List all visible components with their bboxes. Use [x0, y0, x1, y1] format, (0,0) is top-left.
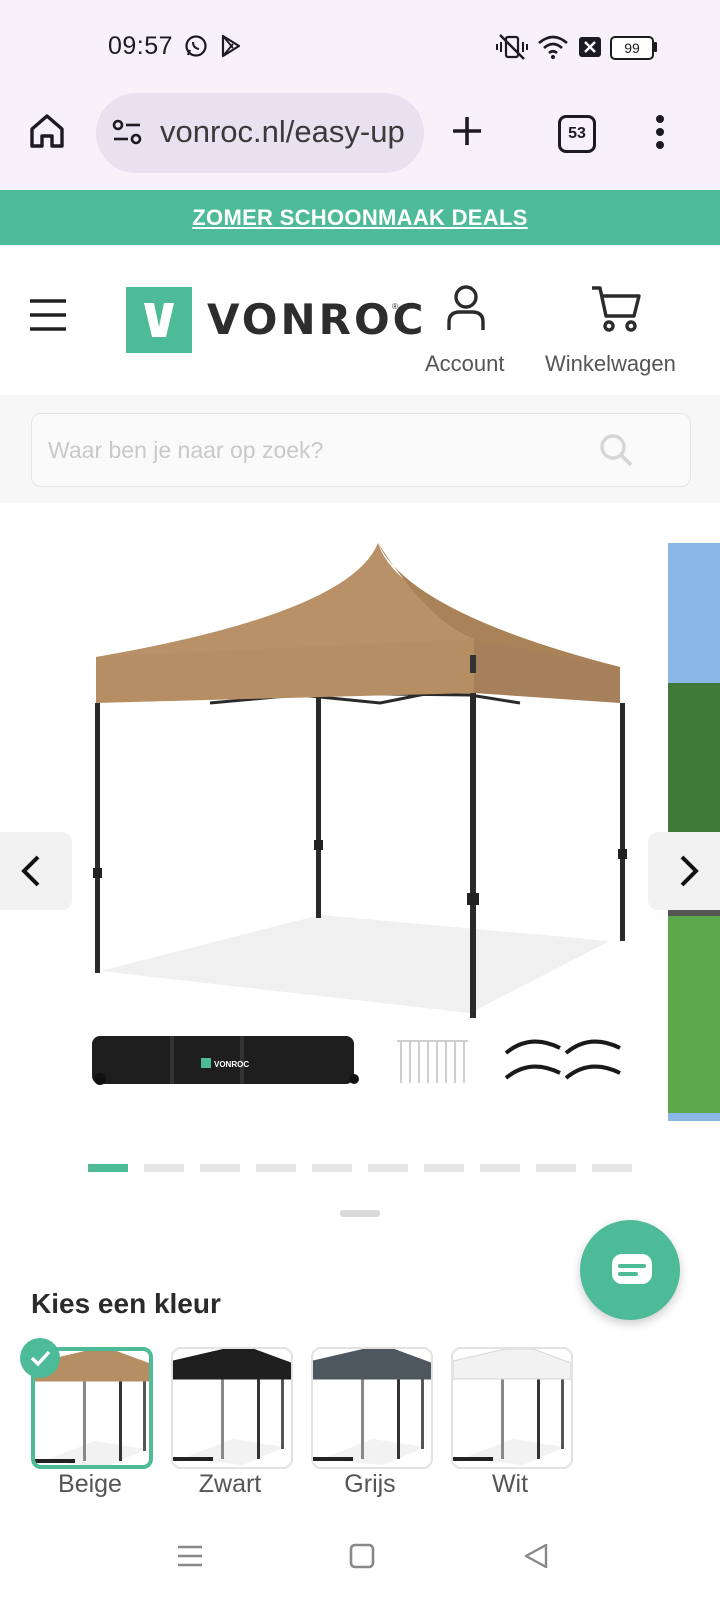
- tent-leg: [316, 693, 321, 918]
- chevron-right-icon: [680, 855, 699, 887]
- leg-clip: [314, 840, 323, 850]
- swatch-tent-image: [173, 1349, 291, 1465]
- cart-label[interactable]: Winkelwagen: [545, 351, 676, 377]
- color-swatch-wit[interactable]: [451, 1347, 573, 1469]
- menu-dots-icon[interactable]: [654, 114, 666, 150]
- gallery-next-button[interactable]: [648, 832, 720, 910]
- gallery-dot[interactable]: [200, 1164, 240, 1172]
- gallery-dot[interactable]: [312, 1164, 352, 1172]
- color-picker-title: Kies een kleur: [31, 1288, 221, 1319]
- battery-tip: [654, 42, 657, 52]
- gallery-dot[interactable]: [88, 1164, 128, 1172]
- color-swatch-label[interactable]: Zwart: [160, 1470, 300, 1499]
- play-store-icon: [221, 34, 241, 58]
- back-nav-icon[interactable]: [522, 1542, 550, 1570]
- swatch-tent-image: [453, 1349, 571, 1465]
- hamburger-menu-icon[interactable]: [28, 297, 68, 333]
- vibrate-off-icon: [496, 34, 528, 60]
- selected-check-icon: [20, 1338, 60, 1378]
- logo-v-icon: [144, 303, 174, 337]
- color-swatch-label[interactable]: Wit: [440, 1470, 580, 1499]
- whatsapp-icon: [185, 35, 207, 57]
- gallery-dot[interactable]: [144, 1164, 184, 1172]
- color-swatch-zwart[interactable]: [171, 1347, 293, 1469]
- color-swatch-label[interactable]: Beige: [20, 1470, 160, 1499]
- shopping-cart-icon[interactable]: [590, 284, 642, 334]
- gallery-dot[interactable]: [592, 1164, 632, 1172]
- battery-level: 99: [624, 40, 640, 56]
- new-tab-icon[interactable]: [450, 114, 484, 148]
- canopy-tag: [470, 655, 476, 673]
- gallery-prev-button[interactable]: [0, 832, 72, 910]
- url-text[interactable]: vonroc.nl/easy-up: [160, 114, 410, 150]
- gallery-dot[interactable]: [256, 1164, 296, 1172]
- tent-leg: [620, 703, 625, 941]
- promo-link[interactable]: ZOMER SCHOONMAAK DEALS: [0, 190, 720, 245]
- sheet-handle[interactable]: [340, 1210, 380, 1217]
- leg-clip: [618, 849, 627, 859]
- color-swatch-grijs[interactable]: [311, 1347, 433, 1469]
- color-swatch-label[interactable]: Grijs: [300, 1470, 440, 1499]
- product-image: VONROC: [92, 543, 720, 1121]
- product-gallery[interactable]: VONROC: [0, 543, 720, 1121]
- battery-icon: 99: [610, 36, 654, 60]
- gallery-dot[interactable]: [424, 1164, 464, 1172]
- account-label[interactable]: Account: [425, 351, 505, 377]
- chat-bubble-icon: [612, 1254, 652, 1284]
- logo-mark[interactable]: [126, 287, 192, 353]
- gallery-dot[interactable]: [536, 1164, 576, 1172]
- status-time: 09:57: [108, 32, 174, 60]
- gallery-dot[interactable]: [480, 1164, 520, 1172]
- ground-shadow: [100, 915, 610, 1013]
- guy-ropes: [504, 1039, 621, 1080]
- site-settings-icon[interactable]: [112, 118, 142, 146]
- registered-mark: ®: [392, 302, 398, 311]
- tent-leg: [95, 703, 100, 973]
- recent-apps-icon[interactable]: [176, 1544, 204, 1568]
- account-icon[interactable]: [446, 284, 486, 332]
- tent-stakes: [397, 1040, 468, 1083]
- wifi-icon: [538, 35, 568, 59]
- leg-clip: [467, 893, 479, 905]
- gallery-dot[interactable]: [368, 1164, 408, 1172]
- swatch-tent-image: [313, 1349, 431, 1465]
- bag-logo-text: VONROC: [214, 1060, 249, 1069]
- chevron-left-icon: [21, 855, 40, 887]
- leg-clip: [93, 868, 102, 878]
- search-placeholder: Waar ben je naar op zoek?: [48, 437, 324, 463]
- chat-button[interactable]: [580, 1220, 680, 1320]
- tab-switcher-button[interactable]: 53: [558, 115, 596, 153]
- search-icon[interactable]: [598, 432, 634, 468]
- notification-x-icon: [579, 37, 601, 57]
- home-icon[interactable]: [28, 112, 66, 150]
- home-nav-icon[interactable]: [348, 1542, 376, 1570]
- tent-leg: [470, 693, 476, 1018]
- bag-logo-mark: [201, 1058, 211, 1068]
